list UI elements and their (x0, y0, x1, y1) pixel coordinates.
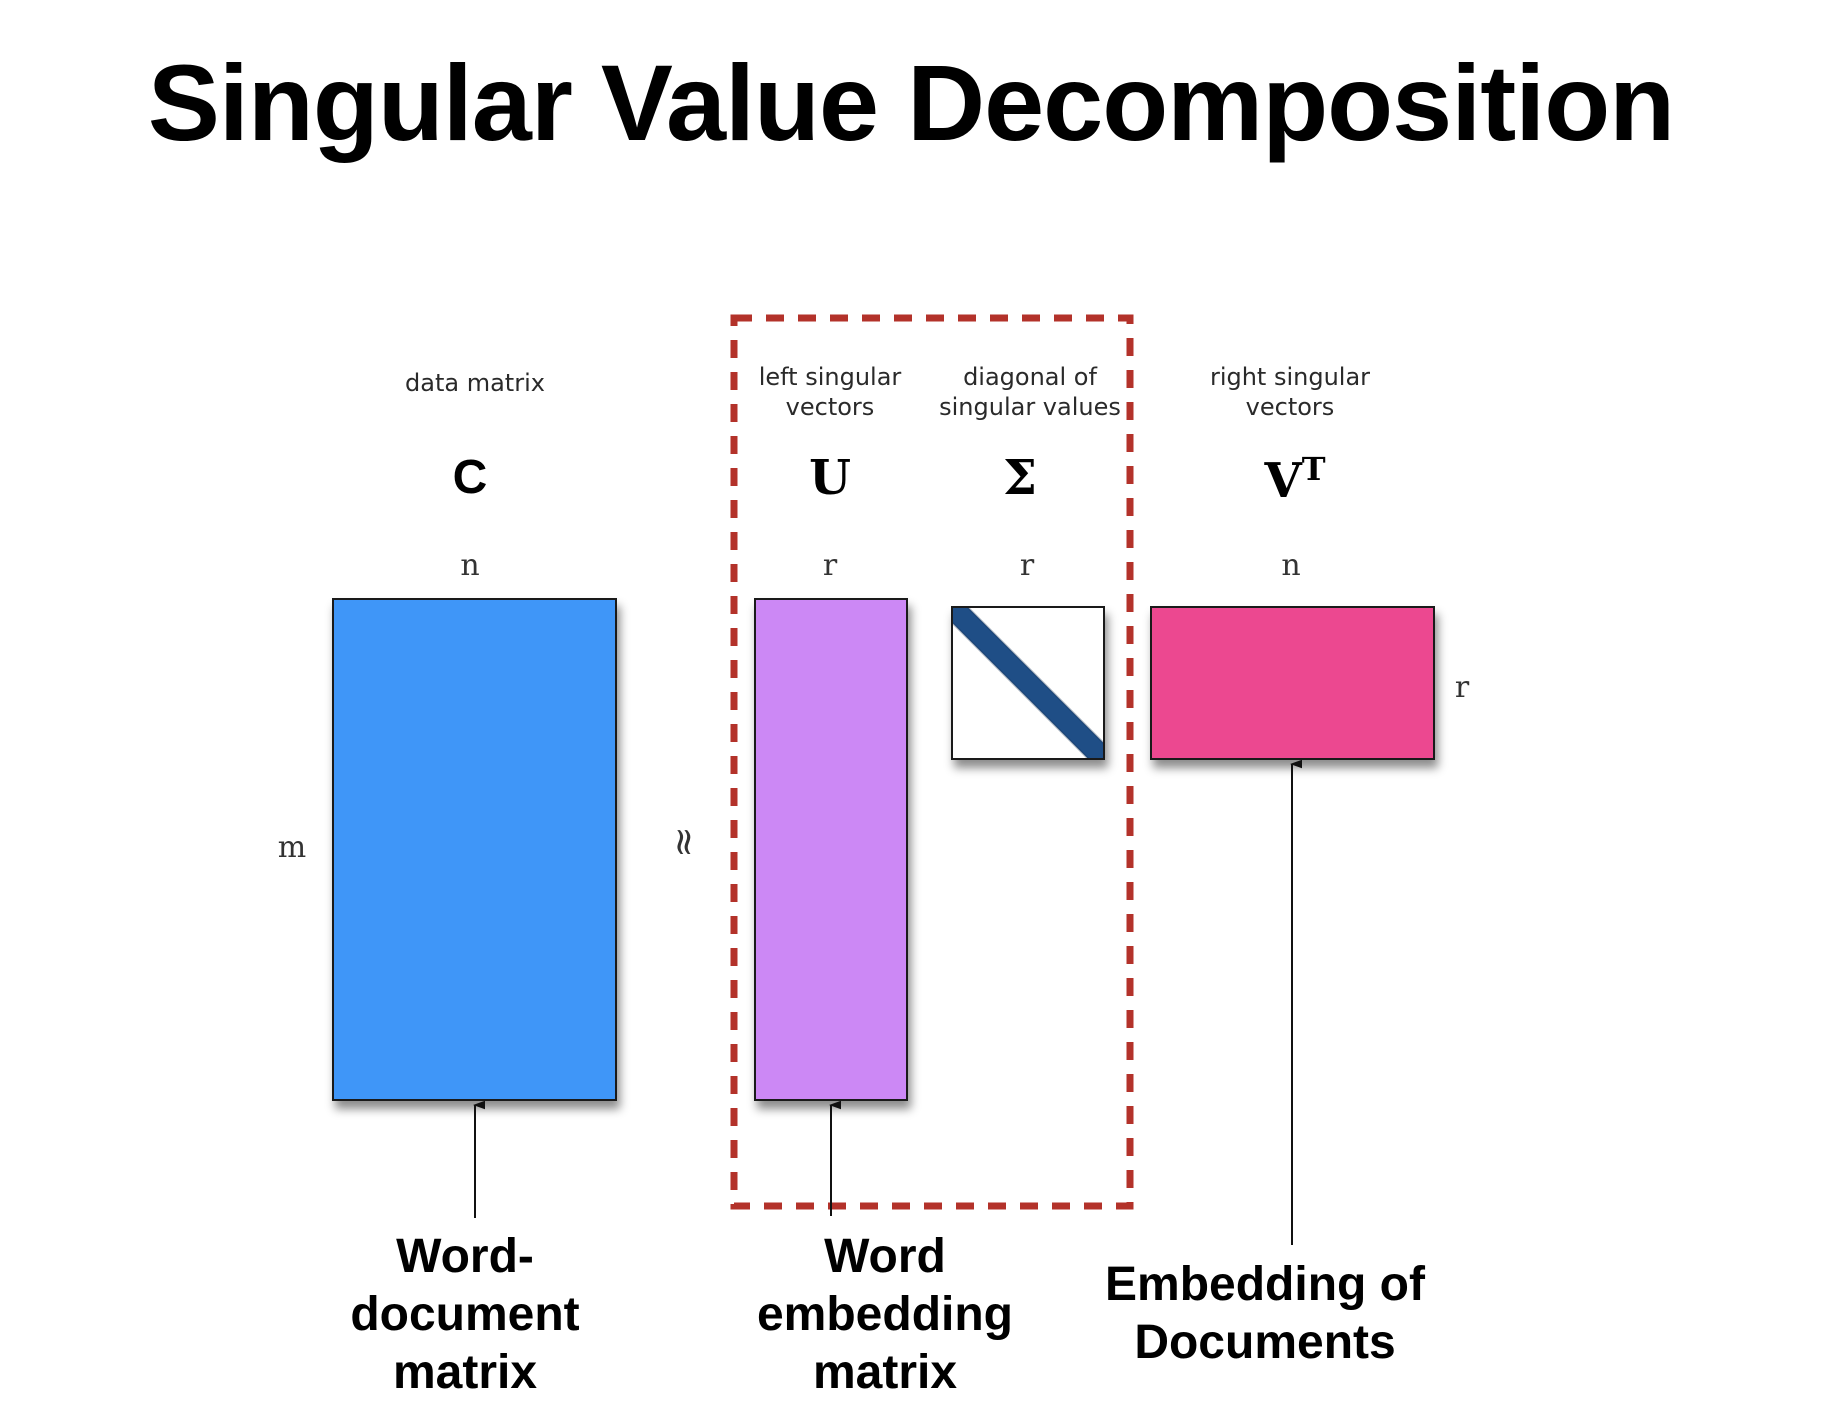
caption-word-embedding-matrix: Word embedding matrix (756, 1230, 1013, 1399)
arrows-and-highlight (0, 314, 1822, 1245)
caption-word-document-matrix: Word- document matrix (350, 1230, 580, 1399)
highlight-box (730, 314, 1134, 1210)
caption-embedding-of-documents: Embedding of Documents (1105, 1258, 1425, 1369)
